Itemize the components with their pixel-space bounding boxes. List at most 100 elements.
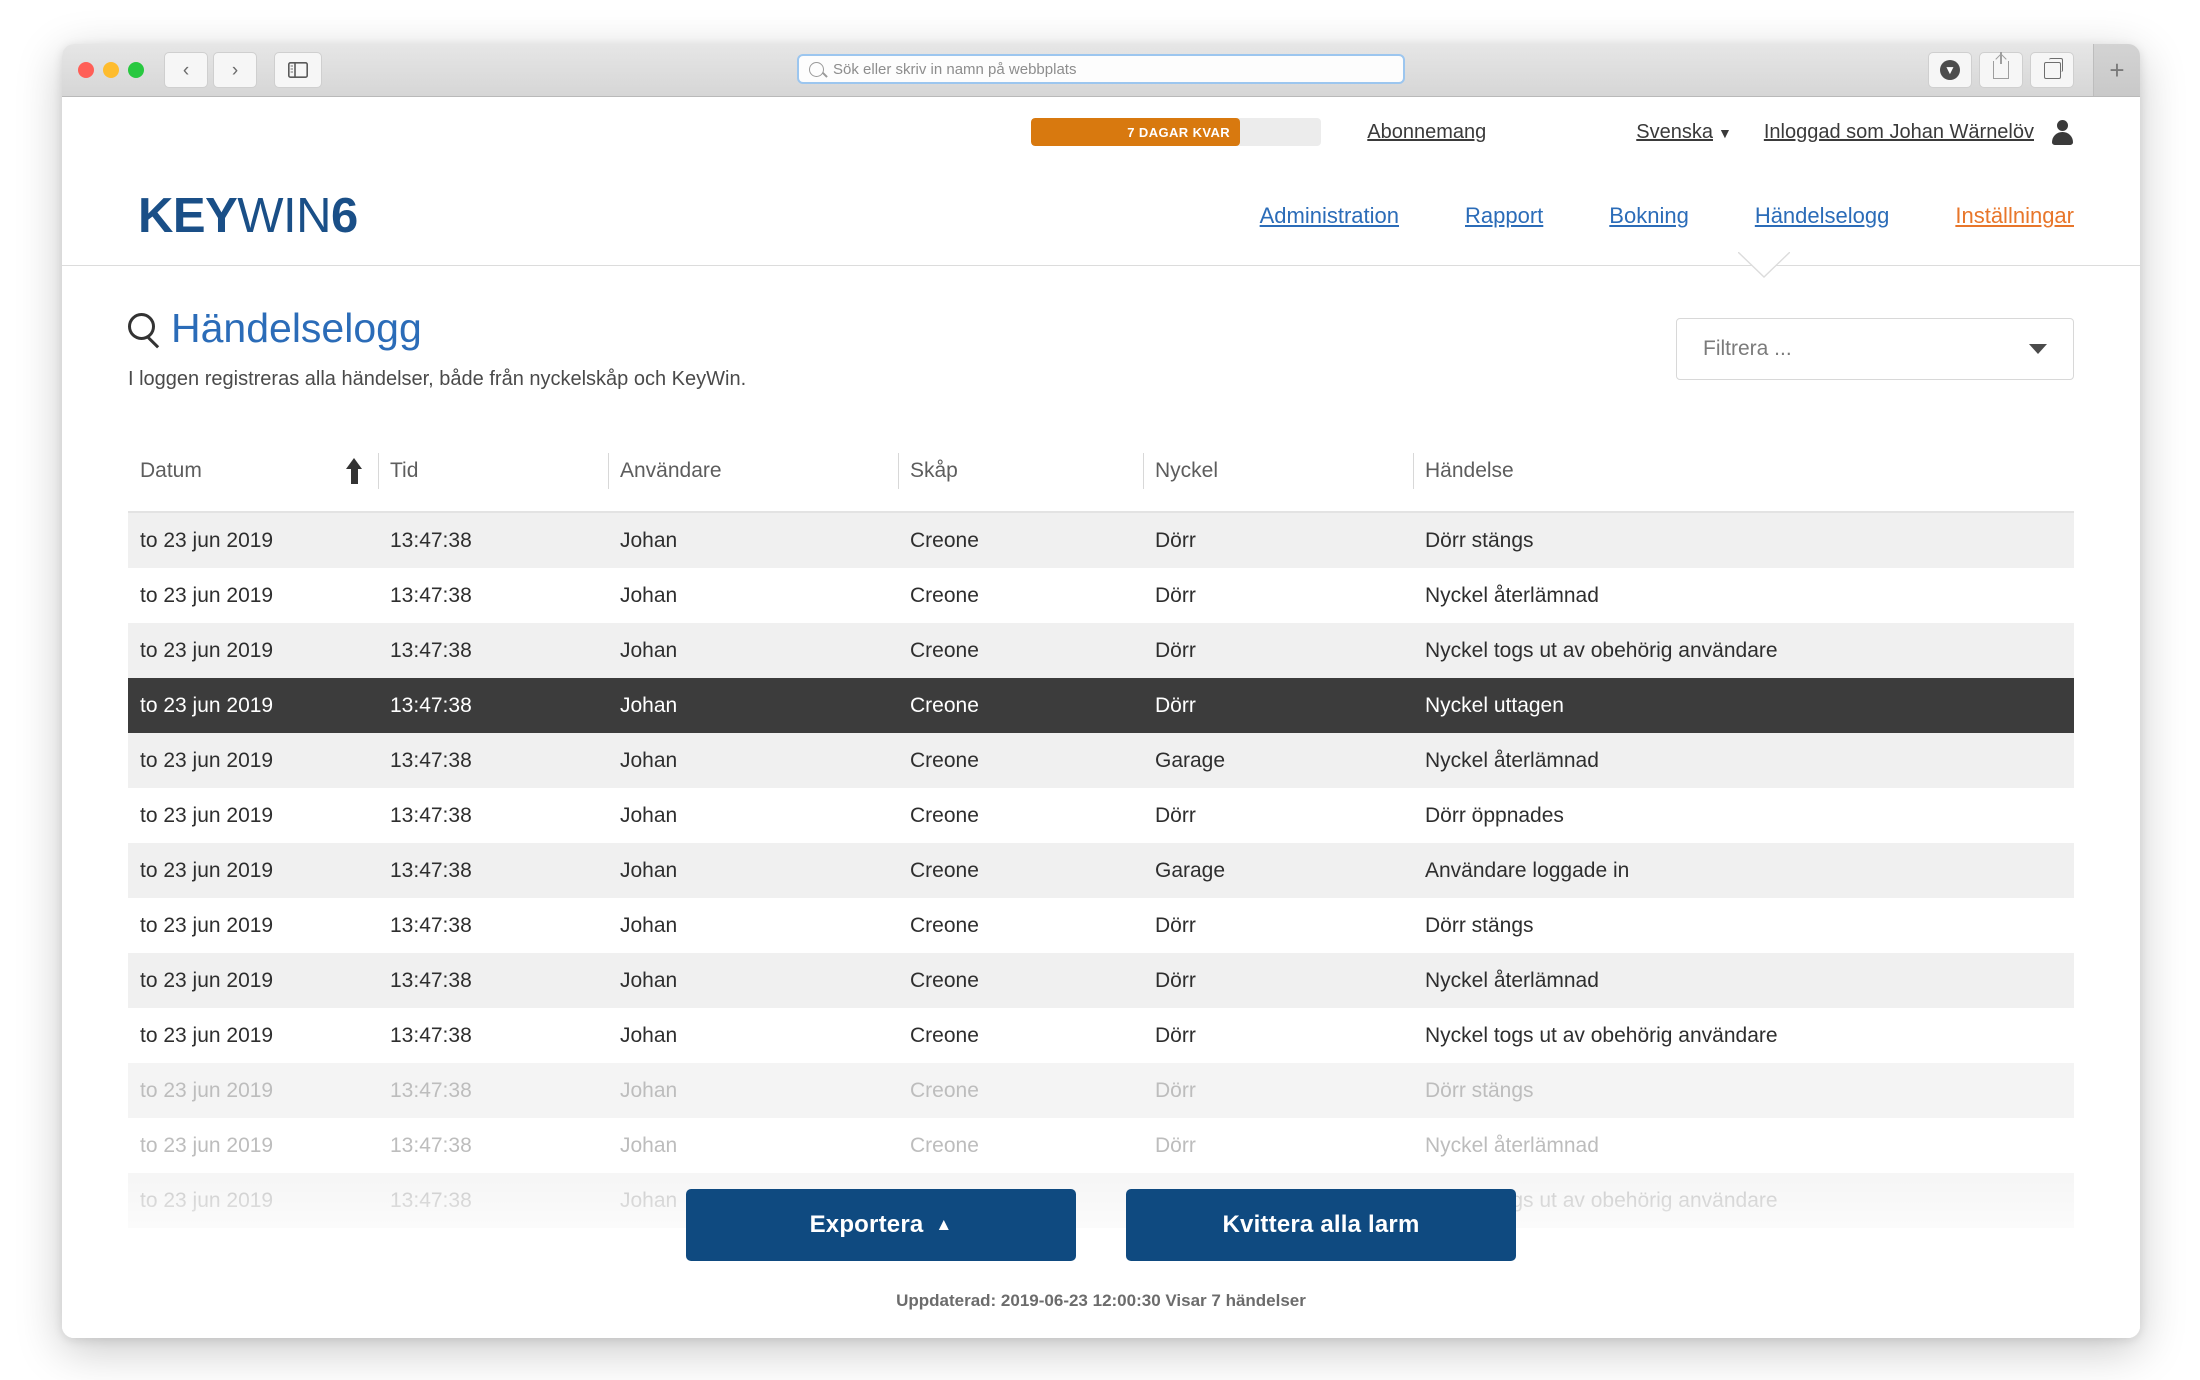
cell-skap: Creone [910, 638, 979, 662]
column-header-anvandare[interactable]: Användare [608, 439, 898, 503]
cell-nyckel: Dörr [1155, 968, 1196, 992]
cell-nyckel: Garage [1155, 748, 1226, 772]
share-button[interactable] [1979, 52, 2023, 88]
trial-progress-fill: 7 DAGAR KVAR [1031, 118, 1241, 146]
cell-handelse: Dörr stängs [1425, 1078, 1534, 1102]
cell-tid: 13:47:38 [390, 1023, 472, 1047]
column-divider [898, 453, 899, 490]
back-button[interactable]: ‹ [164, 52, 208, 88]
cell-skap: Creone [910, 693, 979, 717]
table-row[interactable]: to 23 jun 2019 13:47:38 Johan Creone Dörr Dör… [128, 513, 2074, 569]
browser-titlebar: ‹ › Sök eller skriv in namn på webbplats… [62, 44, 2140, 97]
cell-tid: 13:47:38 [390, 638, 472, 662]
logo-key: KEY [138, 188, 238, 243]
forward-button[interactable]: › [213, 52, 257, 88]
cell-handelse: Nyckel togs ut av obehörig användare [1425, 1023, 1778, 1047]
cell-anvandare: Johan [620, 968, 678, 992]
cell-anvandare: Johan [620, 1023, 678, 1047]
cell-handelse: Nyckel återlämnad [1425, 748, 1599, 772]
column-header-datum[interactable]: Datum [128, 439, 378, 503]
cell-nyckel: Dörr [1155, 583, 1196, 607]
new-tab-button[interactable]: + [2093, 44, 2140, 96]
column-header-tid[interactable]: Tid [378, 439, 608, 503]
nav-item-installningar[interactable]: Inställningar [1955, 203, 2074, 229]
column-header-tid-label: Tid [390, 459, 419, 483]
cell-skap: Creone [910, 858, 979, 882]
cell-skap: Creone [910, 913, 979, 937]
nav-item-handelselogg[interactable]: Händelselogg [1755, 203, 1890, 229]
minimize-window-button[interactable] [103, 62, 119, 78]
filter-dropdown[interactable]: Filtrera ... [1676, 318, 2074, 380]
sort-ascending-icon[interactable] [346, 458, 362, 485]
trial-progress-track: 7 DAGAR KVAR [1031, 118, 1322, 146]
cell-handelse: Användare loggade in [1425, 858, 1630, 882]
cell-handelse: Dörr stängs [1425, 528, 1534, 552]
browser-nav-buttons: ‹ › [164, 52, 322, 88]
table-row[interactable]: to 23 jun 2019 13:47:38 Johan Creone Dörr Nyc… [128, 623, 2074, 679]
cell-datum: to 23 jun 2019 [140, 748, 274, 772]
table-row[interactable]: to 23 jun 2019 13:47:38 Johan Creone Dörr Nyc… [128, 953, 2074, 1009]
table-row[interactable]: to 23 jun 2019 13:47:38 Johan Creone Dörr Nyc… [128, 678, 2074, 734]
language-label: Svenska [1636, 120, 1713, 143]
export-button[interactable]: Exportera ▲ [686, 1189, 1076, 1261]
tab-overview-button[interactable] [2030, 52, 2074, 88]
cell-anvandare: Johan [620, 638, 678, 662]
nav-item-administration[interactable]: Administration [1260, 203, 1399, 229]
cell-handelse: Nyckel togs ut av obehörig användare [1425, 638, 1778, 662]
cell-handelse: Nyckel uttagen [1425, 693, 1564, 717]
cell-datum: to 23 jun 2019 [140, 803, 274, 827]
column-divider [378, 453, 379, 490]
downloads-button[interactable]: ▼ [1928, 52, 1972, 88]
table-row[interactable]: to 23 jun 2019 13:47:38 Johan Creone Garage N… [128, 733, 2074, 789]
table-row[interactable]: to 23 jun 2019 13:47:38 Johan Creone Dörr Dör… [128, 1063, 2074, 1119]
cell-nyckel: Dörr [1155, 803, 1196, 827]
account-link[interactable]: Inloggad som Johan Wärnelöv [1764, 121, 2034, 144]
brand-logo[interactable]: KEYWIN6 [138, 188, 358, 243]
nav-item-rapport[interactable]: Rapport [1465, 203, 1543, 229]
table-row[interactable]: to 23 jun 2019 13:47:38 Johan Creone Garage A… [128, 843, 2074, 899]
column-header-nyckel[interactable]: Nyckel [1143, 439, 1413, 503]
table-row[interactable]: to 23 jun 2019 13:47:38 Johan Creone Dörr Nyc… [128, 1008, 2074, 1063]
window-controls [78, 62, 144, 78]
address-placeholder: Sök eller skriv in namn på webbplats [833, 60, 1077, 78]
acknowledge-all-alarms-button[interactable]: Kvittera alla larm [1126, 1189, 1516, 1261]
column-header-skap-label: Skåp [910, 459, 958, 483]
cell-anvandare: Johan [620, 748, 678, 772]
table-row[interactable]: to 23 jun 2019 13:47:38 Johan Creone Dörr Dör… [128, 788, 2074, 843]
column-header-skap[interactable]: Skåp [898, 439, 1143, 503]
main-navigation: Administration Rapport Bokning Händelsel… [1260, 203, 2074, 229]
cell-tid: 13:47:38 [390, 1133, 472, 1157]
maximize-window-button[interactable] [128, 62, 144, 78]
user-avatar-icon[interactable] [2050, 120, 2074, 145]
sidebar-toggle-icon[interactable] [274, 52, 322, 88]
column-header-handelse[interactable]: Händelse [1413, 439, 2074, 503]
page-title-block: Händelselogg I loggen registreras alla h… [122, 305, 746, 391]
cell-datum: to 23 jun 2019 [140, 968, 274, 992]
cell-tid: 13:47:38 [390, 1078, 472, 1102]
cell-anvandare: Johan [620, 1078, 678, 1102]
browser-window: ‹ › Sök eller skriv in namn på webbplats… [62, 44, 2140, 1338]
trial-status: 7 DAGAR KVAR [1031, 118, 1322, 146]
page-title-text: Händelselogg [171, 305, 422, 351]
close-window-button[interactable] [78, 62, 94, 78]
cell-handelse: Nyckel återlämnad [1425, 583, 1599, 607]
page-title: Händelselogg [122, 305, 746, 351]
cell-nyckel: Dörr [1155, 1078, 1196, 1102]
address-bar[interactable]: Sök eller skriv in namn på webbplats [797, 54, 1405, 84]
logo-win: WIN [237, 188, 332, 243]
cell-anvandare: Johan [620, 858, 678, 882]
column-header-datum-label: Datum [140, 459, 202, 483]
table-row[interactable]: to 23 jun 2019 13:47:38 Johan Creone Dörr Nyc… [128, 1118, 2074, 1173]
cell-handelse: Dörr öppnades [1425, 803, 1564, 827]
cell-handelse: Nyckel återlämnad [1425, 1133, 1599, 1157]
nav-item-bokning[interactable]: Bokning [1609, 203, 1689, 229]
cell-nyckel: Dörr [1155, 913, 1196, 937]
cell-skap: Creone [910, 803, 979, 827]
subscription-link[interactable]: Abonnemang [1367, 121, 1486, 144]
language-selector[interactable]: Svenska ▼ [1636, 121, 1732, 144]
table-header-row: Datum Tid Användare Skåp Nyckel Händelse [128, 439, 2074, 514]
column-header-anvandare-label: Användare [620, 459, 722, 483]
status-bar: Uppdaterad: 2019-06-23 12:00:30 Visar 7 … [896, 1291, 1306, 1310]
table-row[interactable]: to 23 jun 2019 13:47:38 Johan Creone Dörr Dör… [128, 898, 2074, 953]
table-row[interactable]: to 23 jun 2019 13:47:38 Johan Creone Dörr Nyc… [128, 568, 2074, 623]
